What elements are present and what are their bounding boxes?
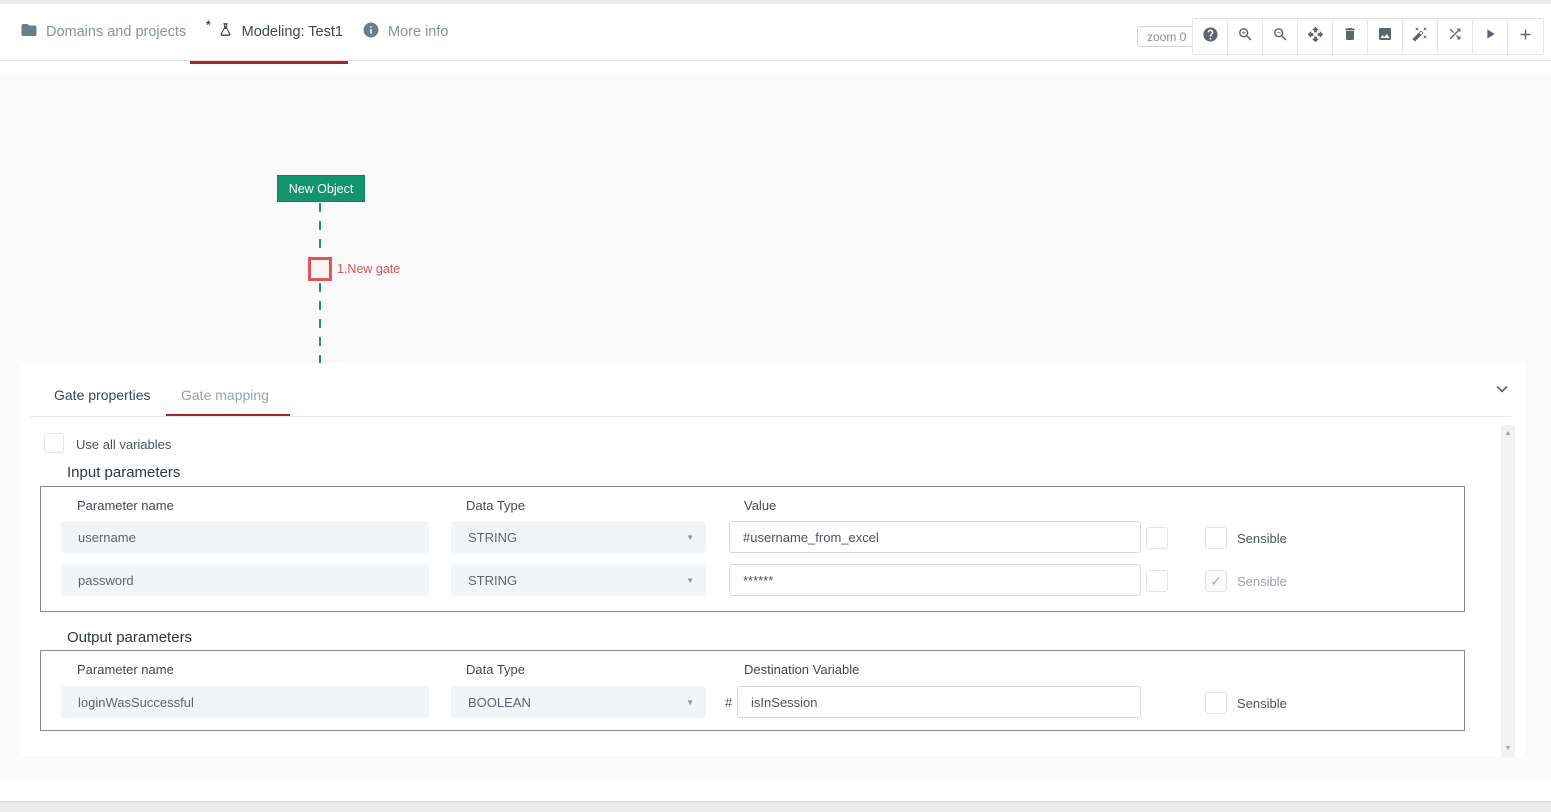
table-row-username: username STRING ▼ #username_from_excel S… xyxy=(41,521,1464,553)
data-type-select[interactable]: STRING ▼ xyxy=(451,564,706,596)
output-parameters-title: Output parameters xyxy=(67,629,192,646)
magic-wand-button[interactable] xyxy=(1403,19,1438,54)
image-button[interactable] xyxy=(1368,19,1403,54)
footer-strip xyxy=(0,801,1551,812)
zoom-in-button[interactable] xyxy=(1228,19,1263,54)
connector-line xyxy=(319,203,321,256)
gate-node-label: 1.New gate xyxy=(337,262,400,276)
play-icon xyxy=(1482,26,1498,47)
panel-scrollbar[interactable]: ▲ ▼ xyxy=(1501,425,1515,757)
value-variable-checkbox[interactable] xyxy=(1146,527,1168,549)
column-header-value: Value xyxy=(744,498,776,513)
folder-icon xyxy=(20,21,38,44)
plus-icon xyxy=(1517,26,1534,48)
help-button[interactable] xyxy=(1193,19,1228,54)
value-variable-checkbox[interactable] xyxy=(1146,570,1168,592)
chevron-down-icon: ▼ xyxy=(686,533,694,542)
sensible-label: Sensible xyxy=(1237,574,1287,589)
column-header-parameter-name: Parameter name xyxy=(77,498,174,513)
info-icon xyxy=(362,21,380,44)
parameter-name-input[interactable]: loginWasSuccessful xyxy=(61,686,429,718)
tab-gate-mapping[interactable]: Gate mapping xyxy=(181,387,269,403)
chevron-down-icon: ▼ xyxy=(686,576,694,585)
data-type-value: BOOLEAN xyxy=(468,695,531,710)
input-parameters-table: Parameter name Data Type Value username … xyxy=(40,486,1465,612)
column-header-data-type: Data Type xyxy=(466,662,525,677)
shuffle-icon xyxy=(1447,26,1463,47)
sensible-checkbox-checked[interactable]: ✓ xyxy=(1205,570,1227,592)
data-type-select[interactable]: STRING ▼ xyxy=(451,521,706,553)
scroll-up-icon[interactable]: ▲ xyxy=(1501,430,1515,437)
zoom-level-badge: zoom 0 xyxy=(1137,26,1196,47)
tab-modeling-test1[interactable]: * Modeling: Test1 xyxy=(206,4,343,60)
output-parameters-table: Parameter name Data Type Destination Var… xyxy=(40,650,1465,731)
move-icon xyxy=(1307,26,1324,48)
value-input[interactable]: #username_from_excel xyxy=(729,521,1141,553)
chevron-down-icon: ▼ xyxy=(686,698,694,707)
parameter-name-input[interactable]: password xyxy=(61,564,429,596)
value-input[interactable]: ****** xyxy=(729,564,1141,596)
flask-icon xyxy=(217,21,234,43)
tab-label: More info xyxy=(388,24,448,40)
delete-button[interactable] xyxy=(1333,19,1368,54)
panel-tabs-divider xyxy=(30,416,1511,417)
table-row-password: password STRING ▼ ****** ✓ Sensible xyxy=(41,564,1464,596)
data-type-select[interactable]: BOOLEAN ▼ xyxy=(451,686,706,718)
use-all-variables-label: Use all variables xyxy=(76,437,171,452)
trash-icon xyxy=(1342,26,1358,47)
shuffle-button[interactable] xyxy=(1438,19,1473,54)
zoom-out-button[interactable] xyxy=(1263,19,1298,54)
sensible-checkbox[interactable] xyxy=(1205,527,1227,549)
active-tab-underline xyxy=(190,61,348,64)
play-button[interactable] xyxy=(1473,19,1508,54)
zoom-in-icon xyxy=(1237,26,1254,48)
table-row-loginwassuccessful: loginWasSuccessful BOOLEAN ▼ # isInSessi… xyxy=(41,686,1464,718)
zoom-out-icon xyxy=(1272,26,1289,48)
gate-properties-panel: Gate properties Gate mapping Use all var… xyxy=(20,363,1525,756)
column-header-destination-variable: Destination Variable xyxy=(744,662,859,677)
tab-label: Modeling: Test1 xyxy=(242,24,343,40)
new-object-node[interactable]: New Object xyxy=(277,175,365,202)
tab-more-info[interactable]: More info xyxy=(362,4,448,60)
sensible-label: Sensible xyxy=(1237,531,1287,546)
canvas-toolbar xyxy=(1192,18,1544,55)
chevron-down-icon xyxy=(1492,379,1512,404)
tab-domains-and-projects[interactable]: Domains and projects xyxy=(20,4,186,60)
variable-prefix: # xyxy=(725,695,732,710)
collapse-panel-button[interactable] xyxy=(1490,379,1514,403)
image-icon xyxy=(1377,26,1393,47)
data-type-value: STRING xyxy=(468,573,517,588)
help-icon xyxy=(1202,26,1219,48)
magic-wand-icon xyxy=(1412,26,1428,47)
destination-variable-input[interactable]: isInSession xyxy=(737,686,1141,718)
use-all-variables-checkbox[interactable] xyxy=(44,433,64,453)
scroll-down-icon[interactable]: ▼ xyxy=(1501,745,1515,752)
column-header-data-type: Data Type xyxy=(466,498,525,513)
app-window: Domains and projects * Modeling: Test1 M… xyxy=(0,0,1551,812)
add-button[interactable] xyxy=(1508,19,1543,54)
gate-node[interactable] xyxy=(308,257,332,281)
sensible-checkbox[interactable] xyxy=(1205,692,1227,714)
input-parameters-title: Input parameters xyxy=(67,464,180,481)
tab-gate-properties[interactable]: Gate properties xyxy=(54,387,151,403)
checkmark-icon: ✓ xyxy=(1210,573,1222,590)
move-button[interactable] xyxy=(1298,19,1333,54)
tab-label: Domains and projects xyxy=(46,24,186,40)
modified-marker: * xyxy=(206,18,211,32)
column-header-parameter-name: Parameter name xyxy=(77,662,174,677)
sensible-label: Sensible xyxy=(1237,696,1287,711)
parameter-name-input[interactable]: username xyxy=(61,521,429,553)
connector-line xyxy=(319,283,321,363)
data-type-value: STRING xyxy=(468,530,517,545)
header-tab-bar: Domains and projects * Modeling: Test1 M… xyxy=(0,4,1551,61)
